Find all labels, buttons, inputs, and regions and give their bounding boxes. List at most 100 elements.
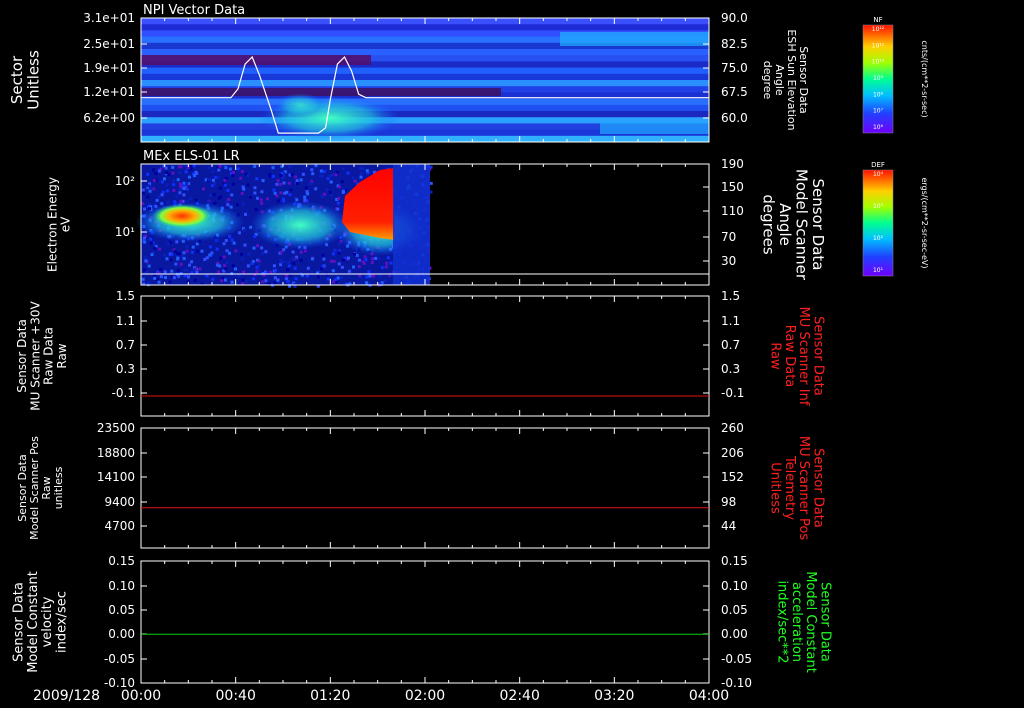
els-heatmap-speckle [164, 276, 167, 280]
els-heatmap-speckle [325, 188, 329, 192]
plot-frame [140, 560, 710, 684]
y2-axis-label-line: Unitless [768, 462, 783, 514]
els-heatmap-speckle [319, 169, 323, 173]
els-heatmap-speckle [274, 268, 278, 272]
y2-axis-label-line: Telemetry [782, 455, 797, 520]
els-heatmap-speckle [159, 275, 163, 279]
y-axis-label-line: Sensor Data [12, 582, 27, 662]
y2-tick-label: -0.05 [721, 652, 752, 666]
npi-heatmap-blob [275, 93, 325, 117]
y2-tick-label: 0.15 [721, 554, 748, 568]
y2-axis-label-line: index/sec**2 [775, 580, 790, 663]
els-heatmap-speckle [223, 183, 227, 187]
els-heatmap [135, 164, 433, 288]
els-heatmap-speckle [314, 187, 318, 191]
els-heatmap-speckle [365, 275, 369, 279]
els-heatmap-speckle [170, 252, 174, 256]
els-heatmap-speckle [165, 183, 169, 187]
els-heatmap-speckle [231, 182, 235, 186]
y2-tick-label: 1.5 [721, 289, 740, 303]
els-heatmap-speckle [306, 266, 310, 270]
els-heatmap-speckle [216, 270, 220, 274]
els-heatmap-speckle [244, 212, 247, 216]
els-heatmap-speckle [372, 274, 375, 278]
els-heatmap-speckle [257, 263, 261, 267]
y2-tick-label: 110 [721, 204, 744, 218]
y-axis-label-line: eV [59, 216, 73, 232]
npi-heatmap-row [141, 80, 709, 87]
els-heatmap-speckle [279, 263, 283, 267]
colorbar-unit: cnts/(cm**2-sr-sec) [920, 40, 929, 117]
els-heatmap-speckle [236, 203, 239, 207]
y-tick-label: 14100 [97, 470, 135, 484]
els-heatmap-hotspot [152, 204, 212, 228]
y-tick-label: 1.9e+01 [83, 61, 135, 75]
els-heatmap-speckle [308, 181, 312, 185]
els-heatmap-speckle [322, 170, 326, 174]
colorbar-tick-label: 10¹¹ [872, 42, 885, 49]
x-date-label: 2009/128 [33, 688, 100, 704]
y-tick-label: 1.5 [116, 289, 135, 303]
els-heatmap-speckle [141, 188, 145, 192]
els-heatmap-speckle [261, 179, 265, 182]
y2-tick-label: 1.1 [721, 314, 740, 328]
els-heatmap-speckle [241, 202, 245, 206]
els-heatmap-speckle [367, 270, 371, 274]
els-heatmap-speckle [257, 259, 261, 263]
els-heatmap-speckle [340, 276, 344, 280]
els-heatmap-speckle [174, 262, 178, 266]
els-heatmap-speckle [362, 261, 366, 265]
els-heatmap-speckle [299, 258, 303, 262]
y2-tick-label: 67.5 [721, 85, 748, 99]
y-tick-label: 0.05 [108, 603, 135, 617]
els-heatmap-speckle [252, 246, 256, 250]
els-heatmap-speckle [342, 258, 346, 262]
els-heatmap-speckle [241, 278, 245, 282]
els-heatmap-speckle [193, 278, 197, 282]
els-heatmap-speckle [299, 250, 303, 254]
els-heatmap-speckle [276, 179, 280, 183]
els-heatmap-speckle [359, 172, 363, 176]
els-heatmap-speckle [232, 241, 236, 245]
colorbar-gradient [862, 169, 894, 277]
els-heatmap-speckle [276, 199, 280, 203]
els-heatmap-speckle [289, 188, 293, 192]
els-heatmap-speckle [176, 256, 180, 260]
els-heatmap-speckle [159, 267, 163, 271]
els-heatmap-speckle [163, 270, 167, 274]
y2-tick-label: 190 [721, 157, 744, 171]
colorbar-tick-label: 10¹² [872, 26, 885, 33]
els-heatmap-speckle [279, 191, 283, 195]
els-heatmap-speckle [347, 256, 350, 260]
els-heatmap-speckle [163, 253, 167, 257]
y-axis-label-line: Raw [55, 343, 69, 368]
y-tick-label: 10¹ [115, 225, 135, 239]
els-heatmap-speckle [219, 256, 223, 260]
plot-frame [140, 427, 710, 549]
els-heatmap-speckle [205, 256, 209, 260]
els-heatmap-speckle [285, 190, 289, 194]
y-axis-label-line: Sensor Data [16, 454, 29, 521]
els-heatmap-speckle [340, 265, 344, 269]
els-heatmap-speckle [341, 167, 345, 171]
colorbar-tick-label: 10² [873, 235, 884, 242]
els-heatmap-speckle [306, 192, 310, 196]
els-heatmap-speckle [171, 171, 175, 175]
els-heatmap-speckle [211, 178, 215, 182]
colorbar-tick-label: 10¹⁰ [872, 59, 885, 66]
els-heatmap-speckle [260, 190, 264, 194]
els-heatmap-speckle [301, 172, 305, 176]
y2-axis-label: Sensor DataModel Constantaccelerationind… [775, 571, 833, 673]
els-heatmap-speckle [243, 243, 247, 247]
els-heatmap-speckle [337, 262, 341, 266]
els-heatmap-speckle [163, 177, 166, 181]
els-heatmap-speckle [240, 192, 244, 195]
els-heatmap-speckle [260, 201, 264, 205]
els-heatmap-speckle [217, 196, 221, 200]
els-heatmap-speckle [385, 261, 389, 265]
els-heatmap-speckle [184, 170, 188, 174]
els-heatmap-speckle [329, 180, 333, 184]
els-heatmap-speckle [158, 247, 162, 251]
y-tick-label: 4700 [104, 519, 135, 533]
els-heatmap-speckle [359, 175, 363, 179]
